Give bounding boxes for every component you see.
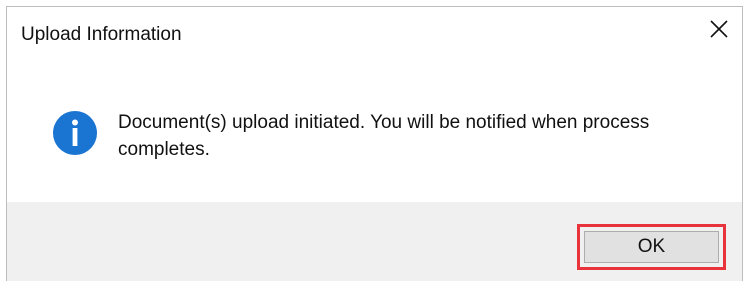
dialog-content: Document(s) upload initiated. You will b… (7, 63, 742, 202)
close-button[interactable] (696, 7, 742, 51)
ok-button-highlight: OK (577, 224, 726, 270)
close-icon (710, 20, 728, 38)
dialog-footer: OK (7, 202, 742, 281)
upload-information-dialog: Upload Information Document(s) upload in… (6, 6, 743, 281)
dialog-message: Document(s) upload initiated. You will b… (118, 112, 650, 160)
dialog-titlebar: Upload Information (7, 7, 742, 63)
info-icon (53, 111, 97, 155)
dialog-title: Upload Information (21, 24, 182, 45)
ok-button[interactable]: OK (584, 231, 719, 263)
